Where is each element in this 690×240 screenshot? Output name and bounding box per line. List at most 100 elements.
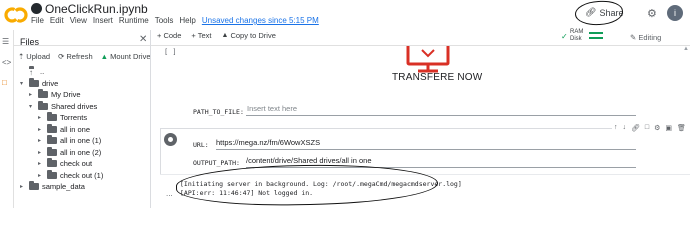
ram-disk-indicator[interactable]: RAM Disk xyxy=(570,29,583,43)
folder-icon xyxy=(29,181,39,190)
folder-icon xyxy=(38,100,48,110)
tree-item[interactable]: ▾ drive xyxy=(20,77,58,89)
scroll-up-icon[interactable]: ▲ xyxy=(683,46,689,52)
chevron-down-icon[interactable]: ▾ xyxy=(20,80,26,87)
tree-item[interactable]: ▸ all in one xyxy=(38,123,91,135)
avatar[interactable]: i xyxy=(667,5,683,21)
refresh-icon: ⟳ xyxy=(58,52,65,61)
menu-tools[interactable]: Tools xyxy=(155,16,174,25)
files-actions: ⇡ Upload ⟳ Refresh ▲ Mount Drive xyxy=(18,52,151,61)
editing-label: Editing xyxy=(638,33,662,42)
cell-toolbar: ↑ ↓ 🔗︎ □ ⚙ ▣ 🗑︎ ⋮ xyxy=(612,123,690,133)
colab-logo-icon[interactable] xyxy=(4,3,28,27)
tree-item-label: My Drive xyxy=(51,90,81,99)
tree-item-label: check out (1) xyxy=(60,170,104,180)
parent-folder-icon: ↑ xyxy=(29,66,37,77)
folder-icon xyxy=(29,77,39,87)
refresh-label: Refresh xyxy=(66,52,93,61)
folder-icon xyxy=(47,169,57,179)
link-icon[interactable]: 🔗︎ xyxy=(631,124,640,132)
upload-icon: ⇡ xyxy=(18,52,25,61)
tree-item[interactable]: ▸ check out (1) xyxy=(38,169,104,181)
mount-drive-button[interactable]: ▲ Mount Drive xyxy=(101,52,151,61)
github-icon xyxy=(31,3,42,14)
chevron-right-icon[interactable]: ▸ xyxy=(38,137,44,144)
chevron-right-icon[interactable]: ▸ xyxy=(38,126,44,133)
comment-icon[interactable]: □ xyxy=(645,124,649,132)
folder-icon xyxy=(47,158,57,167)
header: OneClickRun.ipynb File Edit View Insert … xyxy=(0,0,690,30)
notebook-title-text[interactable]: OneClickRun.ipynb xyxy=(45,2,148,16)
chevron-right-icon[interactable]: ▸ xyxy=(38,160,44,167)
delete-icon[interactable]: 🗑︎ xyxy=(677,124,686,132)
chevron-right-icon[interactable]: ▸ xyxy=(20,183,26,190)
refresh-button[interactable]: ⟳ Refresh xyxy=(58,52,93,61)
path-to-file-input[interactable]: Insert text here xyxy=(246,104,636,116)
panel-divider[interactable] xyxy=(150,30,151,208)
chevron-right-icon[interactable]: ▸ xyxy=(38,114,44,121)
code-snippets-icon[interactable]: <> xyxy=(2,58,11,67)
upload-label: Upload xyxy=(26,52,51,61)
menu-insert[interactable]: Insert xyxy=(93,16,113,25)
ram-disk-bars xyxy=(589,32,603,42)
annotation-circle-share xyxy=(574,0,624,27)
folder-icon xyxy=(47,112,57,121)
tree-item-label: Torrents xyxy=(60,113,88,122)
chevron-right-icon[interactable]: ▸ xyxy=(38,172,44,179)
menu-help[interactable]: Help xyxy=(179,16,195,25)
tree-item-label: all in one (2) xyxy=(60,147,102,157)
menu-view[interactable]: View xyxy=(70,16,87,25)
move-down-icon[interactable]: ↓ xyxy=(623,124,627,132)
tree-item-label: all in one xyxy=(60,124,91,134)
tree-item[interactable]: ▸ all in one (1) xyxy=(38,135,101,146)
copy-to-drive-button[interactable]: ▲ Copy to Drive xyxy=(222,31,276,40)
cell-execution-count[interactable]: [ ] xyxy=(164,48,177,56)
pencil-icon: ✎ xyxy=(630,33,637,42)
menu-bar: File Edit View Insert Runtime Tools Help… xyxy=(31,16,319,25)
files-icon[interactable]: □ xyxy=(2,78,7,87)
cell-insert-toolbar: + Code + Text ▲ Copy to Drive xyxy=(157,31,276,40)
tree-item-label: check out xyxy=(60,159,93,168)
notebook-title[interactable]: OneClickRun.ipynb xyxy=(31,2,148,16)
copy-to-drive-label: Copy to Drive xyxy=(230,31,276,40)
editing-mode-button[interactable]: ✎ Editing xyxy=(630,33,661,42)
output-menu-dots[interactable]: ... xyxy=(166,189,173,198)
menu-runtime[interactable]: Runtime xyxy=(119,16,149,25)
folder-icon xyxy=(38,89,48,98)
menu-file[interactable]: File xyxy=(31,16,44,25)
files-panel-title: Files xyxy=(20,37,40,47)
add-code-button[interactable]: + Code xyxy=(157,31,181,40)
tree-item[interactable]: ▸ all in one (2) xyxy=(38,146,102,158)
colab-window: OneClickRun.ipynb File Edit View Insert … xyxy=(0,0,690,208)
drive-icon: ▲ xyxy=(221,32,229,39)
settings-gear-icon[interactable]: ⚙ xyxy=(647,7,657,20)
chevron-down-icon[interactable]: ▾ xyxy=(29,103,35,110)
output-path-label: OUTPUT_PATH: xyxy=(193,159,240,167)
gear-icon[interactable]: ⚙ xyxy=(654,124,660,132)
chevron-right-icon[interactable]: ▸ xyxy=(38,149,44,156)
run-cell-button[interactable] xyxy=(164,133,177,146)
mirror-icon[interactable]: ▣ xyxy=(665,124,672,132)
left-rail: ☰ <> □ xyxy=(0,30,14,208)
menu-edit[interactable]: Edit xyxy=(50,16,64,25)
disk-label: Disk xyxy=(570,36,582,42)
tree-item[interactable]: ▾ Shared drives xyxy=(29,100,97,112)
transfer-heading: TRANSFERE NOW xyxy=(392,72,483,83)
mount-drive-label: Mount Drive xyxy=(110,52,151,61)
tree-item[interactable]: ▸ check out xyxy=(38,158,92,169)
drive-icon: ▲ xyxy=(100,52,109,61)
tree-item[interactable]: ▸ Torrents xyxy=(38,112,87,123)
tree-item[interactable]: ↑.. xyxy=(20,66,44,77)
tree-item[interactable]: ▸ sample_data xyxy=(20,181,85,192)
unsaved-changes-link[interactable]: Unsaved changes since 5:15 PM xyxy=(202,16,319,25)
add-text-button[interactable]: + Text xyxy=(191,31,211,40)
upload-button[interactable]: ⇡ Upload xyxy=(18,52,50,61)
url-input[interactable]: https://mega.nz/fm/6WowXSZS xyxy=(216,138,636,150)
chevron-right-icon[interactable]: ▸ xyxy=(29,91,35,98)
tree-item[interactable]: ▸ My Drive xyxy=(29,89,81,100)
toc-icon[interactable]: ☰ xyxy=(2,37,9,46)
move-up-icon[interactable]: ↑ xyxy=(614,124,618,132)
folder-icon xyxy=(47,123,57,133)
close-icon[interactable]: ✕ xyxy=(139,34,147,45)
url-label: URL: xyxy=(193,141,209,149)
